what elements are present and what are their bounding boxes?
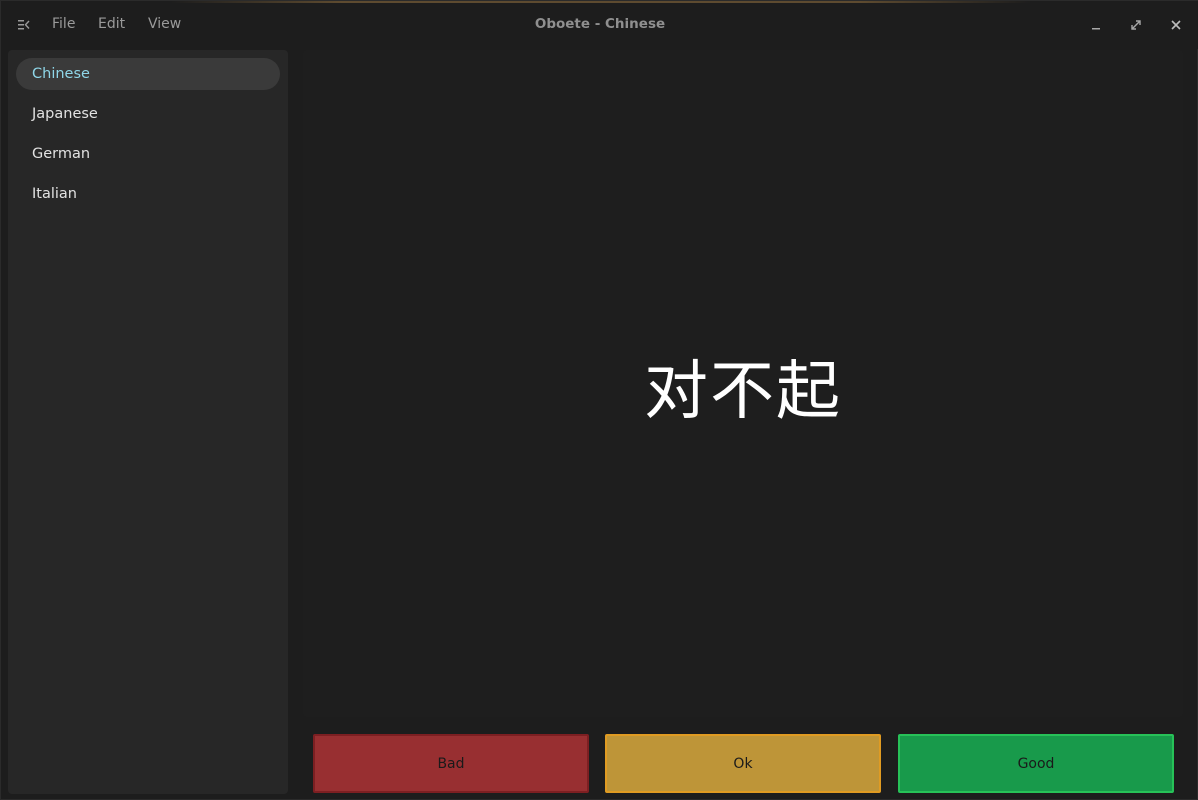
app-window: File Edit View Oboete - Chinese Chinese … (0, 0, 1198, 800)
menu-file[interactable]: File (52, 16, 75, 32)
flashcard-front-text: 对不起 (644, 355, 842, 429)
sidebar-item-label: German (32, 146, 91, 162)
sidebar-item-chinese[interactable]: Chinese (16, 58, 280, 90)
sidebar-item-japanese[interactable]: Japanese (16, 98, 280, 130)
menu-edit[interactable]: Edit (98, 16, 125, 32)
deck-sidebar: Chinese Japanese German Italian (8, 50, 288, 794)
flashcard[interactable]: 对不起 (303, 50, 1183, 717)
title-bar[interactable]: File Edit View Oboete - Chinese (1, 1, 1198, 49)
bad-button-label: Bad (437, 756, 465, 772)
sidebar-item-german[interactable]: German (16, 138, 280, 170)
ok-button-label: Ok (733, 756, 753, 772)
title-bar-accent (171, 1, 1031, 3)
good-button-label: Good (1017, 756, 1055, 772)
sidebar-item-label: Japanese (32, 106, 98, 122)
maximize-icon[interactable] (1129, 18, 1143, 32)
good-button[interactable]: Good (898, 734, 1174, 793)
bad-button[interactable]: Bad (313, 734, 589, 793)
app-menu-icon[interactable] (18, 18, 30, 32)
sidebar-item-label: Italian (32, 186, 77, 202)
minimize-icon[interactable] (1089, 18, 1103, 32)
close-icon[interactable] (1169, 18, 1183, 32)
sidebar-item-label: Chinese (32, 66, 90, 82)
menu-view[interactable]: View (148, 16, 181, 32)
sidebar-item-italian[interactable]: Italian (16, 178, 280, 210)
ok-button[interactable]: Ok (605, 734, 881, 793)
